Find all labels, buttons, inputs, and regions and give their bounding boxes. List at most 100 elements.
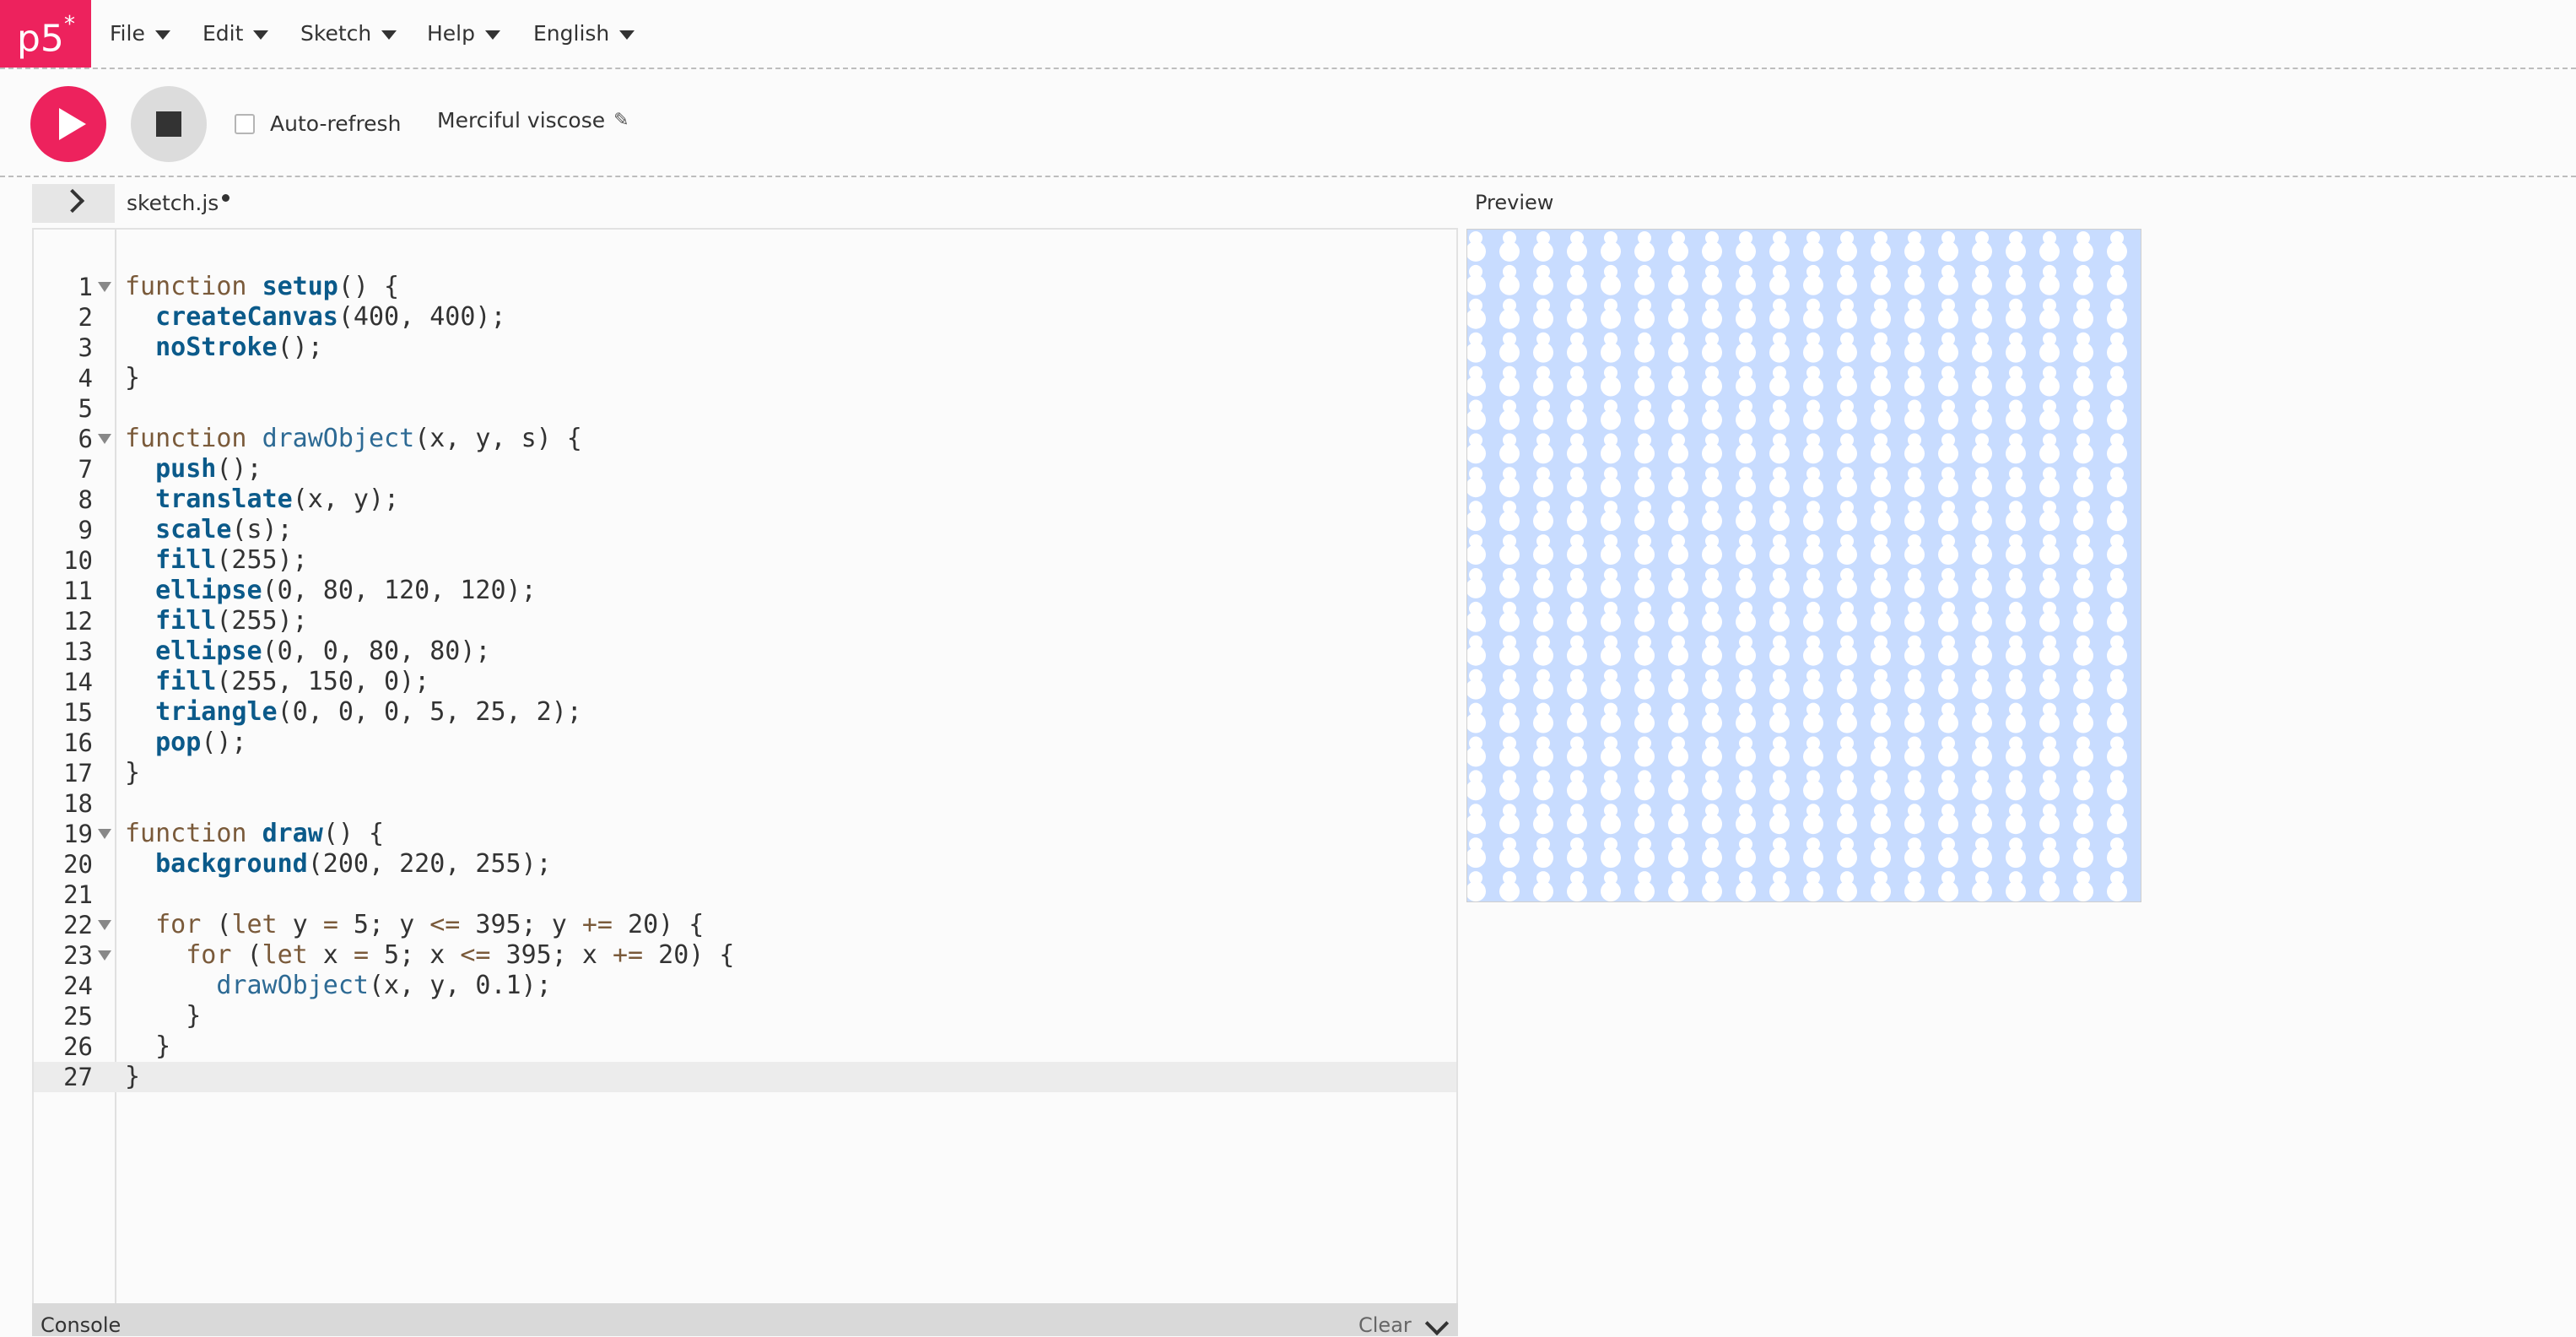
menu-sketch-label: Sketch: [300, 20, 372, 46]
code-line[interactable]: 4}: [34, 363, 1456, 393]
line-number: 27: [63, 1063, 93, 1091]
line-number: 24: [63, 972, 93, 1000]
line-number: 2: [78, 303, 93, 332]
chevron-down-icon: [253, 30, 269, 40]
code-line[interactable]: 3 noStroke();: [34, 333, 1456, 363]
console-clear-button[interactable]: Clear: [1358, 1313, 1412, 1337]
toggle-sidebar-button[interactable]: [32, 184, 115, 223]
p5-logo[interactable]: p5*: [0, 0, 91, 68]
sketch-background: [1467, 230, 2141, 901]
code-text: }: [125, 1001, 202, 1031]
code-line[interactable]: 17}: [34, 758, 1456, 788]
code-line[interactable]: 27}: [34, 1062, 1456, 1092]
menu-help[interactable]: Help: [427, 0, 500, 66]
toolbar: Auto-refresh Merciful viscose ✎: [0, 69, 2576, 177]
code-line[interactable]: 22 for (let y = 5; y <= 395; y += 20) {: [34, 910, 1456, 940]
fold-arrow-icon[interactable]: [98, 950, 111, 961]
sketch-name: Merciful viscose: [437, 108, 606, 133]
fold-arrow-icon[interactable]: [98, 829, 111, 839]
code-line[interactable]: 25 }: [34, 1001, 1456, 1031]
code-text: scale(s);: [155, 515, 293, 544]
menu-edit-label: Edit: [203, 20, 244, 46]
menu-language-label: English: [533, 20, 610, 46]
menu-language[interactable]: English: [533, 0, 635, 66]
preview-label: Preview: [1475, 191, 1554, 214]
code-lines[interactable]: 1 function setup() {2 createCanvas(400, 4…: [34, 272, 1456, 1092]
code-text: push();: [155, 454, 262, 484]
line-number: 13: [63, 637, 93, 666]
file-tab[interactable]: sketch.js: [127, 191, 230, 215]
console-title: Console: [41, 1313, 122, 1337]
line-number: 17: [63, 759, 93, 788]
chevron-down-icon: [619, 30, 635, 40]
menu-edit[interactable]: Edit: [203, 0, 269, 66]
chevron-right-icon: [60, 188, 85, 214]
code-line[interactable]: 14 fill(255, 150, 0);: [34, 667, 1456, 697]
line-number: 7: [78, 455, 93, 484]
line-number: 19: [63, 820, 93, 848]
auto-refresh-checkbox[interactable]: [235, 113, 255, 134]
stop-button[interactable]: [131, 86, 207, 162]
chevron-down-icon: [485, 30, 500, 40]
code-line[interactable]: 21: [34, 880, 1456, 910]
code-line[interactable]: 7 push();: [34, 454, 1456, 484]
chevron-down-icon: [154, 30, 170, 40]
code-line[interactable]: 19 function draw() {: [34, 819, 1456, 849]
code-line[interactable]: 11 ellipse(0, 80, 120, 120);: [34, 576, 1456, 606]
code-line[interactable]: 18: [34, 788, 1456, 819]
line-number: 11: [63, 576, 93, 605]
code-text: fill(255);: [155, 545, 308, 575]
line-number: 4: [78, 364, 93, 392]
code-line[interactable]: 8 translate(x, y);: [34, 484, 1456, 515]
code-text: noStroke();: [155, 333, 323, 362]
code-text: fill(255);: [155, 606, 308, 636]
logo-text: p5: [17, 17, 64, 61]
code-line[interactable]: 9 scale(s);: [34, 515, 1456, 545]
auto-refresh-label: Auto-refresh: [270, 111, 402, 136]
code-editor[interactable]: 1 function setup() {2 createCanvas(400, 4…: [32, 228, 1458, 1336]
code-text: triangle(0, 0, 0, 5, 25, 2);: [155, 697, 582, 727]
preview-canvas[interactable]: [1466, 229, 2141, 902]
code-line[interactable]: 24 drawObject(x, y, 0.1);: [34, 971, 1456, 1001]
code-line[interactable]: 20 background(200, 220, 255);: [34, 849, 1456, 880]
code-line[interactable]: 6 function drawObject(x, y, s) {: [34, 424, 1456, 454]
line-number: 10: [63, 546, 93, 575]
auto-refresh-toggle[interactable]: Auto-refresh: [235, 111, 401, 136]
code-text: }: [125, 1031, 171, 1061]
code-line[interactable]: 15 triangle(0, 0, 0, 5, 25, 2);: [34, 697, 1456, 728]
sketch-output: [1467, 230, 2141, 901]
menu-sketch[interactable]: Sketch: [300, 0, 397, 66]
code-line[interactable]: 1 function setup() {: [34, 272, 1456, 302]
fold-arrow-icon[interactable]: [98, 920, 111, 930]
code-line[interactable]: 26 }: [34, 1031, 1456, 1062]
line-number: 8: [78, 485, 93, 514]
code-text: function draw() {: [125, 819, 385, 848]
code-line[interactable]: 13 ellipse(0, 0, 80, 80);: [34, 636, 1456, 667]
line-number: 12: [63, 607, 93, 636]
code-text: for (let y = 5; y <= 395; y += 20) {: [155, 910, 705, 939]
code-text: }: [125, 363, 141, 392]
code-text: function drawObject(x, y, s) {: [125, 424, 582, 453]
file-name: sketch.js: [127, 191, 219, 215]
line-number: 25: [63, 1002, 93, 1031]
menu-file[interactable]: File: [110, 0, 170, 66]
fold-arrow-icon[interactable]: [98, 434, 111, 444]
code-line[interactable]: 16 pop();: [34, 728, 1456, 758]
line-number: 5: [78, 394, 93, 423]
code-line[interactable]: 2 createCanvas(400, 400);: [34, 302, 1456, 333]
code-line[interactable]: 5: [34, 393, 1456, 424]
chevron-down-icon[interactable]: [1424, 1311, 1450, 1336]
line-number: 20: [63, 850, 93, 879]
fold-arrow-icon[interactable]: [98, 282, 111, 292]
line-number: 22: [63, 911, 93, 939]
code-line[interactable]: 12 fill(255);: [34, 606, 1456, 636]
code-text: translate(x, y);: [155, 484, 400, 514]
line-number: 1: [78, 273, 93, 301]
play-button[interactable]: [30, 86, 106, 162]
sketch-name-button[interactable]: Merciful viscose ✎: [437, 108, 629, 133]
code-line[interactable]: 23 for (let x = 5; x <= 395; x += 20) {: [34, 940, 1456, 971]
code-line[interactable]: 10 fill(255);: [34, 545, 1456, 576]
code-text: pop();: [155, 728, 247, 757]
code-text: }: [125, 758, 141, 788]
menu-file-label: File: [110, 20, 145, 46]
